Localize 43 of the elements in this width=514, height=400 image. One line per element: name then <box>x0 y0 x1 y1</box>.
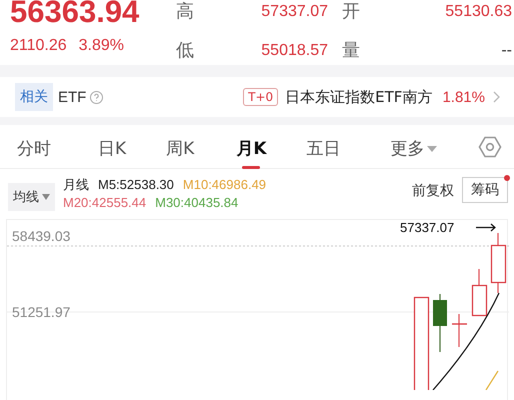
t0-badge: T+0 <box>243 88 278 106</box>
period-tab[interactable]: 日K <box>98 137 126 166</box>
stat-value: -- <box>500 41 512 61</box>
stat-value: 57337.07 <box>260 2 329 22</box>
related-tag: 相关 <box>15 83 53 111</box>
more-menu-tab[interactable]: 更多 <box>390 137 436 166</box>
help-icon[interactable] <box>90 90 104 104</box>
indicator-dropdown[interactable]: 均线 <box>8 183 55 211</box>
period-tab[interactable]: 分时 <box>17 137 51 166</box>
etf-change: 1.81% <box>442 88 485 106</box>
period-tab[interactable]: 月K <box>236 137 266 166</box>
settings-icon[interactable] <box>478 136 502 158</box>
candle <box>490 232 506 294</box>
adjust-button[interactable]: 前复权 <box>412 182 454 200</box>
caret-down-icon <box>42 194 50 200</box>
stat-value: 55018.57 <box>260 41 329 61</box>
index-price: 56363.94 <box>10 0 140 31</box>
moving-average-value: M5:52538.30 <box>98 176 174 194</box>
chevron-right-icon[interactable] <box>493 91 500 103</box>
moving-average-value: M30:40435.84 <box>155 194 238 212</box>
moving-average-value: M20:42555.44 <box>63 194 146 212</box>
candle <box>452 314 467 348</box>
candle <box>433 294 447 352</box>
price-change: 2110.26 <box>10 37 67 55</box>
ma-title: 月线 <box>63 176 89 194</box>
candle <box>472 268 488 316</box>
moving-average-value: M10:46986.49 <box>182 176 266 194</box>
high-price-label: 57337.07 <box>400 220 454 235</box>
arrow-icon <box>475 223 496 232</box>
stat-label: 高 <box>176 1 195 23</box>
period-tab[interactable]: 周K <box>166 137 194 166</box>
stat-value: 55130.63 <box>444 2 512 22</box>
chips-button[interactable]: 筹码 <box>462 177 508 203</box>
axis-label: 51251.97 <box>12 304 70 320</box>
period-tab[interactable]: 五日 <box>306 137 340 166</box>
etf-name[interactable]: 日本东证指数ETF南方 <box>285 88 432 106</box>
stat-label: 开 <box>342 1 361 23</box>
stat-label: 低 <box>176 40 195 62</box>
percent-change: 3.89% <box>78 37 124 55</box>
stat-label: 量 <box>342 40 361 62</box>
caret-down-icon <box>426 144 436 152</box>
axis-label: 58439.03 <box>12 228 70 244</box>
etf-label: ETF <box>58 88 86 106</box>
